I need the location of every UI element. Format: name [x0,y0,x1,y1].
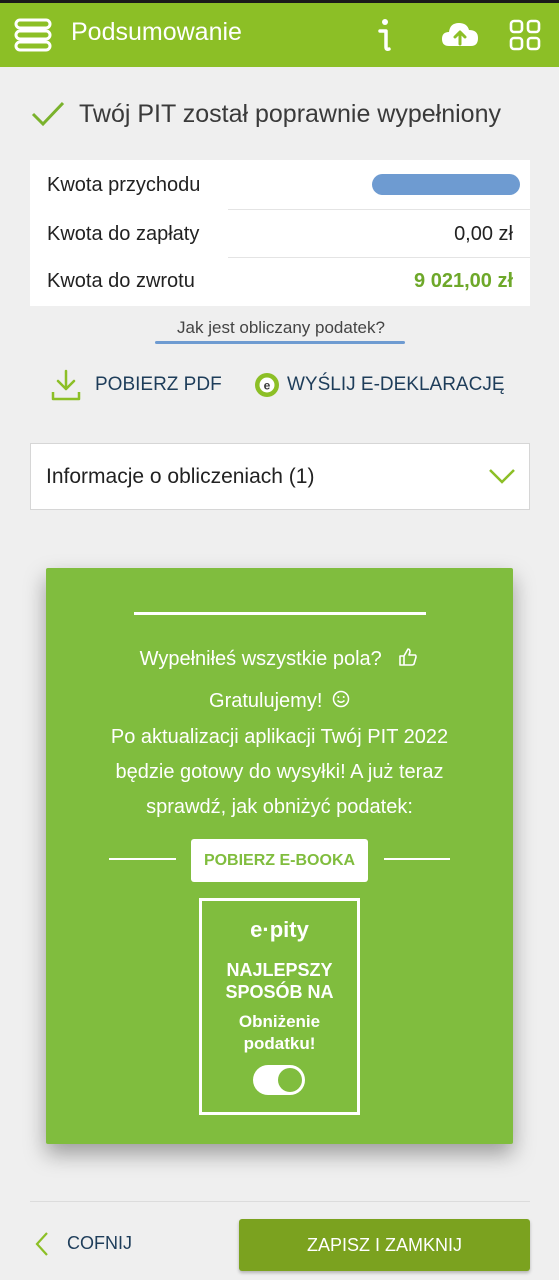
promo-divider [134,612,426,615]
save-and-close-button[interactable]: ZAPISZ I ZAMKNIJ [239,1219,530,1271]
promo-question-text: Wypełniłeś wszystkie pola? [139,648,382,670]
svg-text:e: e [264,379,271,393]
menu-icon[interactable] [12,14,54,56]
summary-row-income: Kwota przychodu [30,161,530,209]
ebook-title: NAJLEPSZY SPOSÓB NA [225,960,334,1002]
info-icon[interactable] [372,16,396,52]
download-pdf-button[interactable]: POBIERZ PDF [50,368,225,404]
status-strip [0,0,559,3]
ebook-subtitle: Obniżenie podatku! [238,1012,321,1053]
link-underline [155,341,405,344]
promo-text-line: sprawdź, jak obniżyć podatek: [146,796,413,818]
check-icon [31,101,65,127]
accordion-label: Informacje o obliczeniach (1) [46,465,315,488]
to-pay-value: 0,00 zł [454,223,513,245]
cta-side-line [109,858,176,860]
epity-logo: e·pity [250,917,309,942]
income-label: Kwota przychodu [47,174,201,196]
promo-text-line: Po aktualizacji aplikacji Twój PIT 2022 [110,726,449,748]
chevron-down-icon [489,469,515,484]
download-icon [51,369,81,401]
download-ebook-button[interactable]: POBIERZ E-BOOKA [191,839,368,882]
to-pay-label: Kwota do zapłaty [47,223,200,245]
send-edeclaration-button[interactable]: e WYŚLIJ E-DEKLARACJĘ [254,368,509,404]
promo-text-line: będzie gotowy do wysyłki! A już teraz [115,761,444,783]
summary-row-to-pay: Kwota do zapłaty 0,00 zł [30,210,530,258]
summary-row-refund: Kwota do zwrotu 9 021,00 zł [30,257,530,305]
e-declaration-icon: e [255,373,279,397]
promo-congrats: Gratulujemy! [46,690,513,713]
success-message: Twój PIT został poprawnie wypełniony [30,97,540,133]
summary-card: Kwota przychodu Kwota do zapłaty 0,00 zł… [30,160,530,306]
promo-congrats-text: Gratulujemy! [209,690,323,712]
download-pdf-label: POBIERZ PDF [95,374,222,395]
calculation-info-accordion[interactable]: Informacje o obliczeniach (1) [30,443,530,510]
apps-grid-icon[interactable] [509,19,541,51]
back-label: COFNIJ [67,1233,132,1253]
refund-label: Kwota do zwrotu [47,270,195,292]
cloud-upload-icon[interactable] [440,18,480,50]
toggle-icon [253,1065,305,1095]
refund-value: 9 021,00 zł [414,270,513,292]
footer-divider [30,1201,530,1202]
thumbs-up-icon [399,648,418,666]
tax-calculation-link[interactable]: Jak jest obliczany podatek? [156,318,406,338]
ebook-promo-card: Wypełniłeś wszystkie pola? Gratulujemy! … [46,568,513,1144]
chevron-left-icon [35,1232,48,1256]
success-text: Twój PIT został poprawnie wypełniony [79,100,501,128]
toggle-knob [278,1068,302,1092]
back-button[interactable]: COFNIJ [34,1226,154,1262]
redacted-value [372,174,520,195]
ebook-cover[interactable]: e·pity NAJLEPSZY SPOSÓB NA Obniżenie pod… [199,898,360,1115]
promo-question: Wypełniłeś wszystkie pola? [46,646,513,671]
smile-icon [332,690,350,708]
cta-side-line [384,858,450,860]
app-bar: Podsumowanie [0,0,559,67]
page-title: Podsumowanie [71,18,242,46]
send-edeclaration-label: WYŚLIJ E-DEKLARACJĘ [287,374,505,395]
